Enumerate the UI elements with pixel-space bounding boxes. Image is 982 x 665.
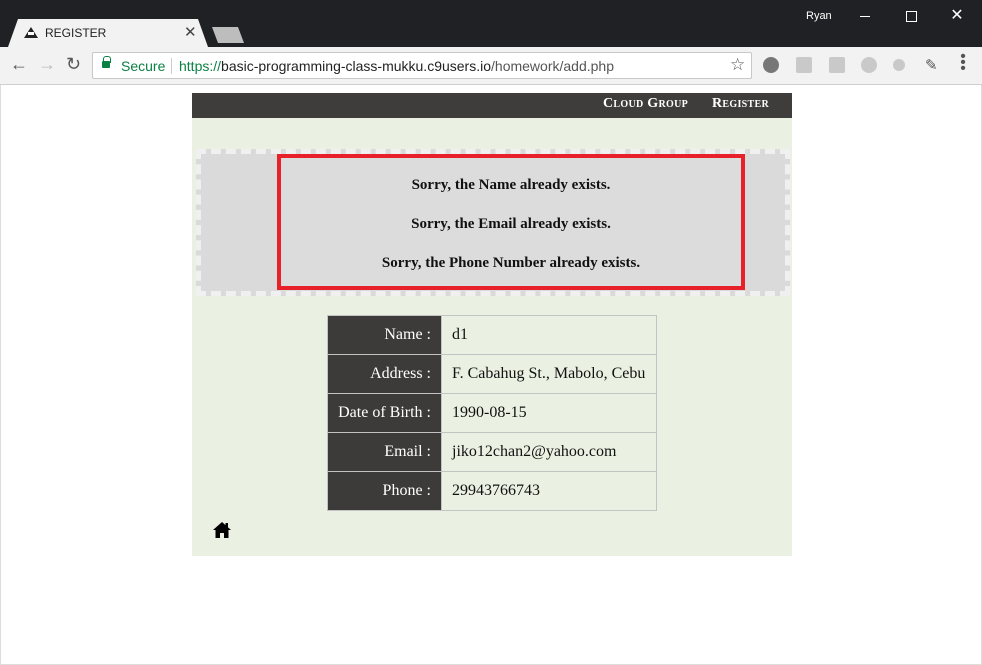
secure-label: Secure (121, 58, 166, 74)
eyedropper-icon[interactable]: ✎ (925, 56, 938, 74)
top-navigation: Cloud Group Register (192, 93, 792, 118)
tab-close-icon[interactable]: ✕ (184, 23, 197, 41)
lock-icon (102, 56, 111, 68)
nav-cloud-group-link[interactable]: Cloud Group (603, 96, 688, 112)
close-window-button[interactable]: ✕ (937, 2, 977, 30)
alert-area: Sorry, the Name already exists. Sorry, t… (196, 149, 790, 296)
dob-label: Date of Birth : (327, 393, 442, 433)
error-name-exists: Sorry, the Name already exists. (411, 177, 611, 193)
extension-drive-icon[interactable] (829, 57, 845, 73)
url-host: basic-programming-class-mukku.c9users.io (221, 58, 492, 74)
new-tab-button[interactable] (212, 27, 244, 43)
table-row: Date of Birth : 1990-08-15 (327, 393, 657, 433)
minimize-button[interactable] (845, 2, 885, 30)
nav-register-link[interactable]: Register (712, 96, 769, 112)
url-scheme: https:// (179, 58, 222, 74)
error-email-exists: Sorry, the Email already exists. (411, 216, 611, 232)
address-label: Address : (327, 354, 442, 394)
extension-plus-icon[interactable] (861, 57, 877, 73)
tab-title: REGISTER (45, 26, 107, 40)
browser-toolbar: ← → ↻ Secure https://basic-programming-c… (0, 47, 982, 85)
forward-icon[interactable]: → (38, 54, 56, 75)
table-row: Name : d1 (327, 315, 657, 355)
error-alert-box: Sorry, the Name already exists. Sorry, t… (277, 154, 745, 290)
extension-dot-icon[interactable] (893, 59, 905, 71)
menu-icon[interactable]: • • • (958, 49, 968, 77)
submitted-info-table: Name : d1 Address : F. Cabahug St., Mabo… (327, 315, 657, 511)
extension-gear-icon[interactable] (763, 57, 779, 73)
url-path: /homework/add.php (491, 58, 614, 74)
table-row: Address : F. Cabahug St., Mabolo, Cebu (327, 354, 657, 394)
email-label: Email : (327, 432, 442, 472)
phone-value: 29943766743 (441, 471, 657, 511)
name-label: Name : (327, 315, 442, 355)
reload-icon[interactable]: ↻ (66, 54, 81, 75)
address-bar[interactable]: Secure https://basic-programming-class-m… (92, 52, 752, 79)
back-icon[interactable]: ← (10, 54, 28, 75)
omnibox-divider (171, 58, 172, 74)
window-titlebar: REGISTER ✕ Ryan ✕ (0, 0, 982, 47)
bookmark-star-icon[interactable]: ☆ (730, 55, 745, 75)
dob-value: 1990-08-15 (441, 393, 657, 433)
phone-label: Phone : (327, 471, 442, 511)
email-value: jiko12chan2@yahoo.com (441, 432, 657, 472)
page-viewport: Cloud Group Register Sorry, the Name alr… (0, 85, 982, 665)
error-phone-exists: Sorry, the Phone Number already exists. (381, 255, 641, 271)
home-icon[interactable] (213, 521, 231, 539)
browser-tab[interactable]: REGISTER ✕ (8, 19, 208, 47)
table-row: Email : jiko12chan2@yahoo.com (327, 432, 657, 472)
page-container: Cloud Group Register Sorry, the Name alr… (192, 93, 792, 556)
url-text[interactable]: https://basic-programming-class-mukku.c9… (179, 58, 614, 74)
profile-name[interactable]: Ryan (806, 10, 832, 22)
address-value: F. Cabahug St., Mabolo, Cebu (441, 354, 657, 394)
maximize-button[interactable] (891, 2, 931, 30)
site-favicon-icon (24, 27, 38, 38)
extension-copy-icon[interactable] (796, 57, 812, 73)
name-value: d1 (441, 315, 657, 355)
table-row: Phone : 29943766743 (327, 471, 657, 511)
